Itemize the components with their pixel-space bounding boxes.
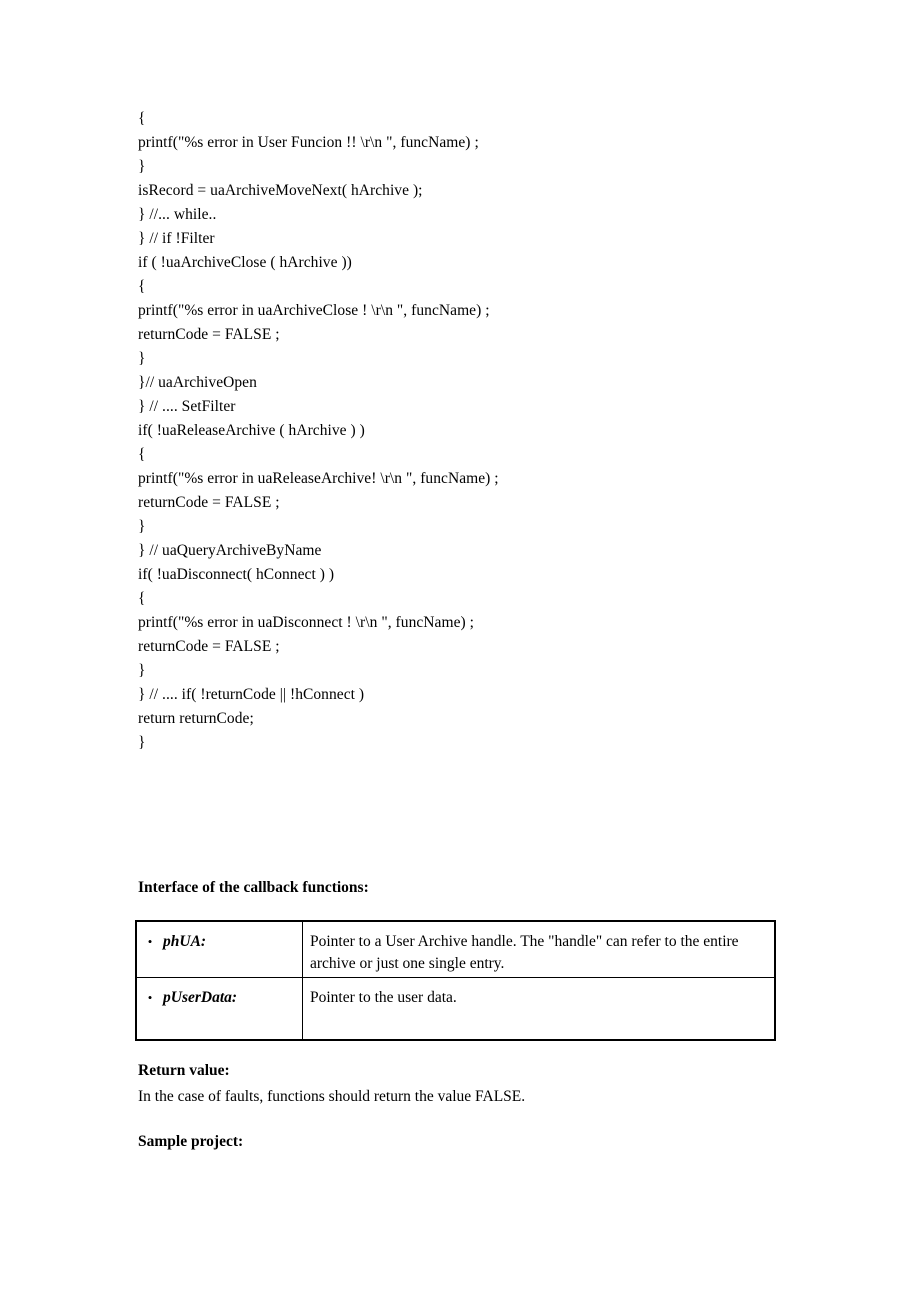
return-value-description: In the case of faults, functions should … <box>138 1088 526 1105</box>
code-line: } <box>138 734 146 751</box>
code-line: printf("%s error in uaReleaseArchive! \r… <box>138 470 499 487</box>
code-line: } <box>138 158 146 175</box>
code-line: returnCode = FALSE ; <box>138 326 280 343</box>
code-line: }// uaArchiveOpen <box>138 374 257 391</box>
section-heading-callback-interface: Interface of the callback functions: <box>138 879 369 896</box>
code-line: { <box>138 590 146 607</box>
code-line: } // if !Filter <box>138 230 215 247</box>
document-page: { printf("%s error in User Funcion !! \r… <box>0 0 920 1302</box>
code-line: } <box>138 662 146 679</box>
table-cell-parameter-name: • pUserData: <box>135 977 303 1041</box>
code-line: if ( !uaArchiveClose ( hArchive )) <box>138 254 352 271</box>
code-line: { <box>138 278 146 295</box>
code-line: } <box>138 518 146 535</box>
code-line: } // .... if( !returnCode || !hConnect ) <box>138 686 365 703</box>
code-line: printf("%s error in uaDisconnect ! \r\n … <box>138 614 475 631</box>
code-line: returnCode = FALSE ; <box>138 494 280 511</box>
code-line: } // .... SetFilter <box>138 398 236 415</box>
table-cell-parameter-description: Pointer to a User Archive handle. The "h… <box>302 920 776 978</box>
code-line: } //... while.. <box>138 206 217 223</box>
bullet-icon: • <box>147 990 153 1005</box>
code-line: returnCode = FALSE ; <box>138 638 280 655</box>
section-heading-sample-project: Sample project: <box>138 1133 244 1150</box>
code-line: { <box>138 446 146 463</box>
code-line: printf("%s error in User Funcion !! \r\n… <box>138 134 479 151</box>
table-cell-parameter-name: • phUA: <box>135 920 303 978</box>
code-line: { <box>138 110 146 127</box>
bullet-icon: • <box>147 934 153 949</box>
parameter-description-text: Pointer to a User Archive handle. The "h… <box>310 933 739 972</box>
code-line: if( !uaReleaseArchive ( hArchive ) ) <box>138 422 365 439</box>
code-line: if( !uaDisconnect( hConnect ) ) <box>138 566 335 583</box>
table-cell-parameter-description: Pointer to the user data. <box>302 977 776 1041</box>
callback-parameter-table: • phUA: Pointer to a User Archive handle… <box>135 920 776 1041</box>
code-listing: { printf("%s error in User Funcion !! \r… <box>138 107 838 755</box>
table-row: • phUA: Pointer to a User Archive handle… <box>135 920 776 978</box>
code-line: isRecord = uaArchiveMoveNext( hArchive )… <box>138 182 423 199</box>
code-line: return returnCode; <box>138 710 254 727</box>
section-heading-return-value: Return value: <box>138 1062 230 1079</box>
parameter-name-label: pUserData: <box>163 989 238 1006</box>
code-line: } <box>138 350 146 367</box>
code-line: } // uaQueryArchiveByName <box>138 542 322 559</box>
code-line: printf("%s error in uaArchiveClose ! \r\… <box>138 302 490 319</box>
parameter-description-text: Pointer to the user data. <box>310 989 457 1006</box>
table-row: • pUserData: Pointer to the user data. <box>135 977 776 1041</box>
parameter-name-label: phUA: <box>163 933 207 950</box>
